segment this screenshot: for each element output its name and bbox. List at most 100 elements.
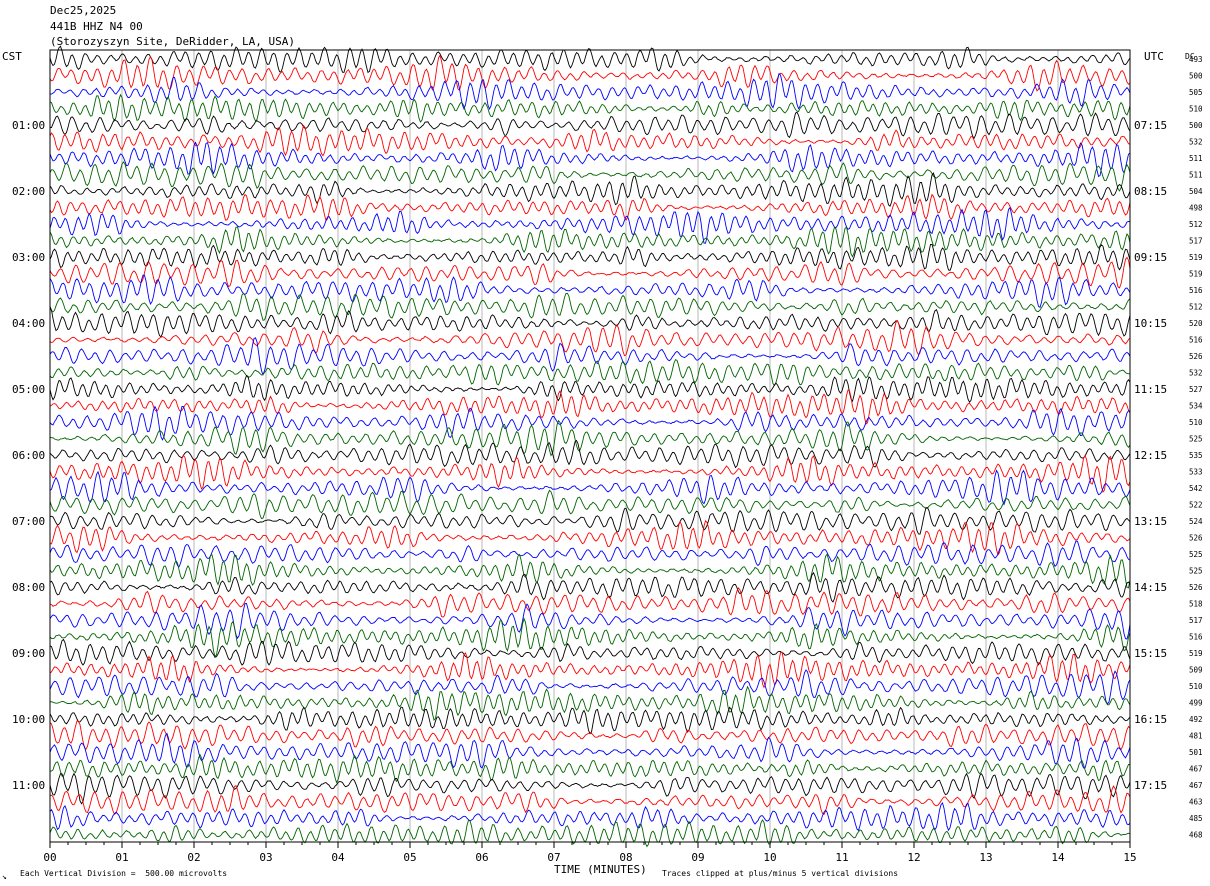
trace-line xyxy=(49,587,1131,618)
x-tick-label: 03 xyxy=(259,851,272,864)
trace-line xyxy=(49,54,1131,92)
dc-offset-label: 524 xyxy=(1189,517,1203,526)
dc-offset-label: 467 xyxy=(1189,765,1203,774)
trace-line xyxy=(49,520,1131,556)
dc-header-label: DC xyxy=(1185,52,1195,61)
trace-line xyxy=(49,193,1131,222)
dc-offset-label: 516 xyxy=(1189,633,1203,642)
dc-offset-label: 510 xyxy=(1189,105,1203,114)
dc-offset-label: 519 xyxy=(1189,649,1203,658)
right-time-label: 16:15 xyxy=(1134,713,1167,726)
left-time-labels: 01:00 02:00 03:00 04:00 05:00 06:00 07:00 08:00… xyxy=(12,119,45,792)
header-date: Dec25,2025 xyxy=(50,4,117,17)
trace-line xyxy=(49,784,1131,816)
dc-offset-label: 535 xyxy=(1189,451,1203,460)
dc-offset-label: 542 xyxy=(1189,484,1203,493)
dc-offset-label: 485 xyxy=(1189,814,1203,823)
clip-note: Traces clipped at plus/minus 5 vertical … xyxy=(662,869,899,878)
trace-line xyxy=(49,540,1131,568)
trace-line xyxy=(49,571,1131,603)
trace-line xyxy=(49,292,1131,321)
trace-line xyxy=(49,706,1131,735)
right-time-label: 13:15 xyxy=(1134,515,1167,528)
x-axis-title: TIME (MINUTES) xyxy=(554,863,647,876)
dc-offset-label: 510 xyxy=(1189,418,1203,427)
dc-offset-label: 481 xyxy=(1189,732,1203,741)
dc-offset-label: 516 xyxy=(1189,286,1203,295)
trace-line xyxy=(49,801,1131,832)
left-time-label: 03:00 xyxy=(12,251,45,264)
dc-offset-label: 505 xyxy=(1189,88,1203,97)
dc-offset-label: 518 xyxy=(1189,600,1203,609)
left-time-label: 08:00 xyxy=(12,581,45,594)
trace-line xyxy=(49,669,1131,705)
dc-offset-label: 499 xyxy=(1189,699,1203,708)
dc-offset-label: 512 xyxy=(1189,220,1203,229)
left-time-label: 01:00 xyxy=(12,119,45,132)
trace-line xyxy=(49,685,1131,721)
x-axis-ticks: 00 01 02 03 04 05 06 07 08 09 10 11 12 13 14 15 xyxy=(43,842,1137,864)
dc-offset-label: 501 xyxy=(1189,748,1203,757)
dc-offset-label: 511 xyxy=(1189,154,1203,163)
trace-line xyxy=(49,161,1131,192)
trace-line xyxy=(49,274,1131,309)
right-time-label: 17:15 xyxy=(1134,779,1167,792)
dc-offset-label: 511 xyxy=(1189,171,1203,180)
header-site: (Storozyszyn Site, DeRidder, LA, USA) xyxy=(50,35,296,48)
dc-offset-label: 467 xyxy=(1189,781,1203,790)
left-time-label: 02:00 xyxy=(12,185,45,198)
dc-offset-label: 492 xyxy=(1189,715,1203,724)
left-time-label: 10:00 xyxy=(12,713,45,726)
dc-offset-label: 498 xyxy=(1189,204,1203,213)
x-tick-label: 06 xyxy=(475,851,488,864)
x-tick-label: 09 xyxy=(691,851,704,864)
trace-line xyxy=(49,720,1131,751)
trace-line xyxy=(49,243,1131,271)
x-tick-label: 11 xyxy=(835,851,848,864)
trace-line xyxy=(49,337,1131,376)
left-timezone-label: CST xyxy=(2,50,22,63)
right-time-label: 11:15 xyxy=(1134,383,1167,396)
left-time-label: 06:00 xyxy=(12,449,45,462)
right-time-label: 08:15 xyxy=(1134,185,1167,198)
right-time-label: 10:15 xyxy=(1134,317,1167,330)
right-time-labels: 07:15 08:15 09:15 10:15 11:15 12:15 13:15 14:15… xyxy=(1134,119,1167,792)
right-time-label: 12:15 xyxy=(1134,449,1167,462)
trace-line xyxy=(49,72,1131,111)
trace-line xyxy=(49,256,1131,289)
x-tick-label: 14 xyxy=(1051,851,1065,864)
dc-offset-label: 504 xyxy=(1189,187,1203,196)
dc-offset-label: 525 xyxy=(1189,435,1203,444)
dc-offset-label: 517 xyxy=(1189,237,1203,246)
dc-offset-label: 468 xyxy=(1189,831,1203,840)
trace-line xyxy=(49,374,1131,404)
x-tick-label: 05 xyxy=(403,851,416,864)
scale-note: Each Vertical Division = 500.00 microvol… xyxy=(20,869,228,878)
x-tick-label: 04 xyxy=(331,851,345,864)
dc-offset-label: 500 xyxy=(1189,72,1203,81)
trace-line xyxy=(49,419,1131,457)
dc-offset-label: 534 xyxy=(1189,402,1203,411)
helicorder-plot: 00 01 02 03 04 05 06 07 08 09 10 11 12 13 14 15 01:0002… xyxy=(12,45,1203,864)
left-time-label: 07:00 xyxy=(12,515,45,528)
corner-mark: ↘ xyxy=(2,872,7,881)
trace-line xyxy=(49,489,1131,520)
left-time-label: 04:00 xyxy=(12,317,45,330)
dc-offset-label: 525 xyxy=(1189,567,1203,576)
trace-line xyxy=(49,111,1131,140)
dc-offset-labels: 4935005055105005325115115044985125175195… xyxy=(1189,55,1203,840)
left-time-label: 09:00 xyxy=(12,647,45,660)
header-station: 441B HHZ N4 00 xyxy=(50,20,143,33)
x-tick-label: 02 xyxy=(187,851,200,864)
x-tick-label: 10 xyxy=(763,851,776,864)
dc-offset-label: 512 xyxy=(1189,303,1203,312)
dc-offset-label: 522 xyxy=(1189,501,1203,510)
dc-offset-label: 526 xyxy=(1189,352,1203,361)
trace-line xyxy=(49,389,1131,425)
right-time-label: 14:15 xyxy=(1134,581,1167,594)
dc-offset-label: 520 xyxy=(1189,319,1203,328)
dc-offset-label: 533 xyxy=(1189,468,1203,477)
x-tick-label: 00 xyxy=(43,851,56,864)
dc-offset-label: 516 xyxy=(1189,336,1203,345)
x-tick-label: 12 xyxy=(907,851,920,864)
